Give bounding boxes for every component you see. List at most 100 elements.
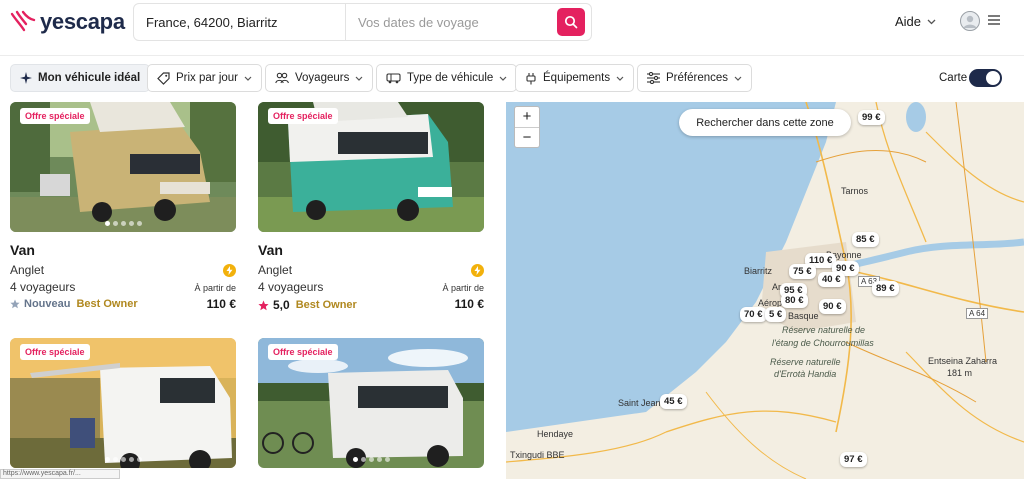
- map-place-label: l'étang de Chourroumillas: [772, 338, 874, 348]
- map-place-label: Tarnos: [841, 186, 869, 196]
- carousel-dot[interactable]: [136, 221, 142, 226]
- carousel-dot[interactable]: [384, 457, 390, 462]
- listing-card[interactable]: Offre spéciale Van Anglet 4 voyageurs 5,…: [258, 102, 484, 312]
- tag-icon: [157, 71, 170, 85]
- vehicle-type-filter[interactable]: Type de véhicule: [376, 64, 518, 92]
- highway-shield: A 64: [966, 308, 989, 319]
- listing-photo[interactable]: Offre spéciale: [258, 338, 484, 468]
- map-place-label: Basque: [788, 311, 819, 321]
- chevron-down-icon: [499, 76, 507, 81]
- help-menu[interactable]: Aide: [895, 14, 936, 29]
- special-offer-badge: Offre spéciale: [20, 108, 90, 124]
- hamburger-menu-icon[interactable]: [988, 15, 1000, 25]
- price-prefix: À partir de: [442, 283, 484, 293]
- map-place-label: 181 m: [947, 368, 973, 378]
- carousel-dot[interactable]: [112, 221, 118, 226]
- equipment-filter[interactable]: Équipements: [515, 64, 635, 92]
- carousel-dot[interactable]: [352, 457, 358, 462]
- carousel-dot[interactable]: [136, 457, 142, 462]
- map-place-label: d'Errotà Handia: [774, 369, 837, 379]
- equipment-filter-label: Équipements: [543, 72, 611, 84]
- search-bar: France, 64200, Biarritz Vos dates de voy…: [133, 3, 592, 41]
- listing-travelers: 4 voyageurs: [10, 280, 76, 294]
- price-box: À partir de 110 €: [194, 258, 236, 311]
- rating-value: 5,0: [273, 298, 290, 312]
- map-price-pin[interactable]: 85 €: [852, 232, 879, 247]
- sliders-icon: [647, 72, 660, 84]
- avatar[interactable]: [960, 11, 980, 31]
- user-icon: [963, 15, 977, 28]
- map-price-pin[interactable]: 5 €: [765, 307, 787, 322]
- map-place-label: Réserve naturelle de: [782, 325, 866, 335]
- new-badge: Nouveau: [24, 298, 71, 310]
- chevron-down-icon: [734, 76, 742, 81]
- listing-photo[interactable]: Offre spéciale: [258, 102, 484, 232]
- listing-meta: 5,0 Best Owner: [258, 298, 357, 312]
- preferences-filter[interactable]: Préférences: [637, 64, 753, 92]
- map-price-pin[interactable]: 99 €: [858, 110, 885, 125]
- carousel-dot[interactable]: [120, 221, 126, 226]
- carousel-dots: [258, 457, 484, 462]
- carousel-dot[interactable]: [112, 457, 118, 462]
- help-label: Aide: [895, 14, 922, 29]
- map-place-label: Saint Jean: [618, 398, 661, 408]
- listing-card[interactable]: Offre spéciale: [10, 338, 236, 468]
- best-owner-badge: Best Owner: [295, 299, 357, 311]
- price-prefix: À partir de: [194, 283, 236, 293]
- map-place-label: Biarritz: [744, 266, 773, 276]
- dates-input[interactable]: Vos dates de voyage: [346, 15, 557, 30]
- preferences-filter-label: Préférences: [666, 72, 729, 84]
- map-toggle-label: Carte: [939, 72, 968, 84]
- instant-booking-icon: [223, 264, 236, 277]
- star-icon: [258, 300, 269, 310]
- carousel-dot[interactable]: [128, 221, 134, 226]
- listing-photo[interactable]: Offre spéciale: [10, 102, 236, 232]
- ideal-vehicle-filter[interactable]: Mon véhicule idéal: [10, 64, 151, 92]
- search-this-area-button[interactable]: Rechercher dans cette zone: [679, 109, 851, 136]
- map-price-pin[interactable]: 97 €: [840, 452, 867, 467]
- carousel-dot[interactable]: [128, 457, 134, 462]
- search-button[interactable]: [557, 8, 585, 36]
- logo[interactable]: yescapa: [10, 9, 125, 35]
- carousel-dot[interactable]: [360, 457, 366, 462]
- map[interactable]: + − Rechercher dans cette zone Tarnos Ba…: [506, 102, 1024, 479]
- map-price-pin[interactable]: 45 €: [660, 394, 687, 409]
- listing-card[interactable]: Offre spéciale: [258, 338, 484, 468]
- listing-photo[interactable]: Offre spéciale: [10, 338, 236, 468]
- carousel-dot[interactable]: [120, 457, 126, 462]
- ideal-vehicle-label: Mon véhicule idéal: [38, 72, 141, 84]
- carousel-dots: [10, 221, 236, 226]
- users-icon: [275, 72, 289, 84]
- price-filter[interactable]: Prix par jour: [147, 64, 262, 92]
- filter-bar: Mon véhicule idéal Prix par jour Voyageu…: [0, 56, 1024, 102]
- price-filter-label: Prix par jour: [176, 72, 238, 84]
- chevron-down-icon: [927, 19, 936, 24]
- carousel-dot[interactable]: [368, 457, 374, 462]
- map-toggle[interactable]: [969, 69, 1002, 87]
- van-icon: [386, 73, 401, 84]
- zoom-in-button[interactable]: +: [515, 107, 539, 127]
- map-price-pin[interactable]: 89 €: [872, 281, 899, 296]
- map-price-pin[interactable]: 40 €: [818, 272, 845, 287]
- carousel-dot[interactable]: [104, 457, 110, 462]
- instant-booking-icon: [471, 264, 484, 277]
- carousel-dot[interactable]: [376, 457, 382, 462]
- map-price-pin[interactable]: 80 €: [781, 293, 808, 308]
- listings-panel[interactable]: Offre spéciale Van Anglet 4 voyageurs No…: [0, 102, 506, 479]
- special-offer-badge: Offre spéciale: [268, 344, 338, 360]
- location-input[interactable]: France, 64200, Biarritz: [134, 4, 346, 40]
- listing-details: Anglet 4 voyageurs Nouveau Best Owner À …: [10, 258, 236, 311]
- carousel-dot[interactable]: [104, 221, 110, 226]
- map-price-pin[interactable]: 90 €: [819, 299, 846, 314]
- search-icon: [564, 15, 578, 29]
- travelers-filter[interactable]: Voyageurs: [265, 64, 374, 92]
- logo-text: yescapa: [40, 9, 125, 34]
- map-price-pin[interactable]: 75 €: [789, 264, 816, 279]
- chevron-down-icon: [616, 76, 624, 81]
- listing-card[interactable]: Offre spéciale Van Anglet 4 voyageurs No…: [10, 102, 236, 311]
- special-offer-badge: Offre spéciale: [20, 344, 90, 360]
- zoom-out-button[interactable]: −: [515, 127, 539, 147]
- map-price-pin[interactable]: 70 €: [740, 307, 767, 322]
- carousel-dots: [10, 457, 236, 462]
- star-icon: [10, 299, 20, 309]
